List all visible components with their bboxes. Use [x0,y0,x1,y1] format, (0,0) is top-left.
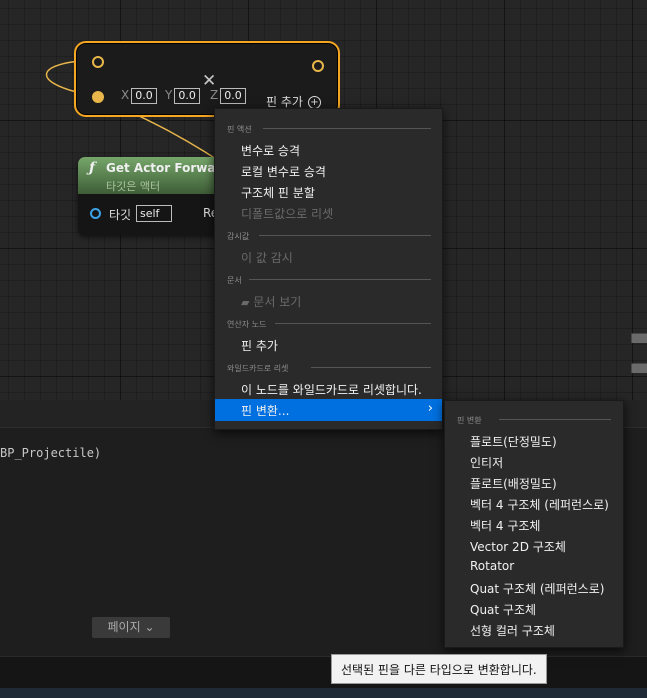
node-title: Get Actor Forward [106,161,230,175]
section-header-operator-node: 연산자 노드 [227,320,267,329]
convert-pin-submenu: 핀 변환 플로트(단정밀도) 인티저 플로트(배정밀도) 벡터 4 구조체 (레… [444,400,624,648]
submenu-item-quat-ref[interactable]: Quat 구조체 (레퍼런스로) [470,580,604,597]
menu-item-reset-default: 디폴트값으로 리셋 [241,207,334,221]
submenu-item-vector2d[interactable]: Vector 2D 구조체 [470,538,566,555]
menu-item-convert-pin[interactable]: 핀 변환... › [215,399,442,421]
section-header-watch: 감시값 [227,232,250,241]
menu-item-add-pin[interactable]: 핀 추가 [241,337,278,354]
page-dropdown[interactable]: 페이지 ⌄ [92,617,170,638]
target-pin[interactable] [90,208,101,219]
section-header-pin-actions: 핀 액션 [227,125,252,134]
submenu-header: 핀 변환 [457,416,482,425]
submenu-item-quat[interactable]: Quat 구조체 [470,601,536,618]
log-line: BP_Projectile) [0,446,102,460]
document-icon: ▰ [241,296,250,309]
x-field[interactable]: X 0.0 [121,88,157,104]
z-value-box[interactable]: 0.0 [220,88,246,104]
y-field[interactable]: Y 0.0 [165,88,200,104]
x-value-box[interactable]: 0.0 [131,88,157,104]
submenu-item-float-single[interactable]: 플로트(단정밀도) [470,433,557,450]
menu-item-promote-local-variable[interactable]: 로컬 변수로 승격 [241,163,326,180]
menu-item-reset-to-wildcard[interactable]: 이 노드를 와일드카드로 리셋합니다. [241,381,422,398]
submenu-item-vector4-ref[interactable]: 벡터 4 구조체 (레퍼런스로) [470,496,609,513]
side-panel-glyph: ▬ ▬ [629,322,647,382]
close-icon[interactable]: ✕ [202,71,216,91]
node-subtitle: 타깃은 액터 [106,180,161,193]
submenu-item-vector4[interactable]: 벡터 4 구조체 [470,517,540,534]
section-header-reset-wildcard: 와일드카드로 리셋 [227,364,289,373]
tooltip: 선택된 핀을 다른 타입으로 변환합니다. [331,654,547,684]
chevron-down-icon: ⌄ [144,620,155,634]
section-header-docs: 문서 [227,276,242,285]
make-vector-node[interactable]: X 0.0 Y 0.0 Z 0.0 ✕ 핀 추가 + [74,41,340,117]
target-value-box[interactable]: self [136,205,172,222]
submenu-item-linear-color[interactable]: 선형 컬러 구조체 [470,622,555,639]
chevron-right-icon: › [427,401,433,416]
function-icon: ƒ [89,160,96,176]
context-menu: 핀 액션 변수로 승격 로컬 변수로 승격 구조체 핀 분할 디폴트값으로 리셋… [214,108,443,430]
input-pin-connected[interactable] [92,91,104,103]
menu-item-view-docs: ▰ 문서 보기 [241,295,302,309]
submenu-item-float-double[interactable]: 플로트(배정밀도) [470,475,557,492]
input-pin[interactable] [92,56,104,68]
target-label: 타깃 [109,208,132,222]
output-pin[interactable] [312,60,324,72]
y-value-box[interactable]: 0.0 [174,88,200,104]
taskbar-strip [0,688,647,698]
menu-item-promote-variable[interactable]: 변수로 승격 [241,142,300,159]
status-bar [0,656,647,689]
submenu-item-rotator[interactable]: Rotator [470,559,514,573]
submenu-item-integer[interactable]: 인티저 [470,454,503,471]
menu-item-watch-value: 이 값 감시 [241,251,293,265]
menu-item-split-struct-pin[interactable]: 구조체 핀 분할 [241,184,315,201]
